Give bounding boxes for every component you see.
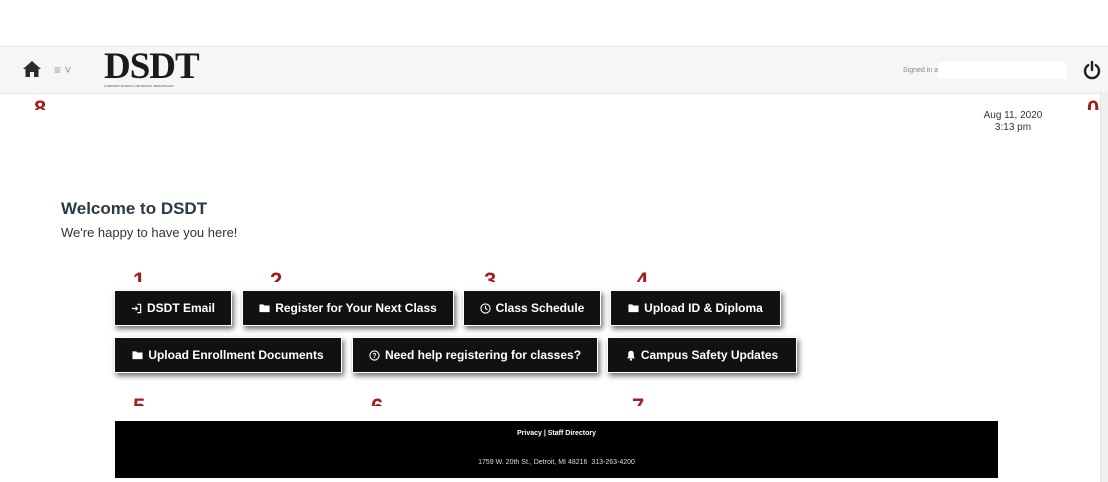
marker-5: 5 [133, 396, 145, 406]
welcome-subtitle: We're happy to have you here! [61, 225, 238, 240]
registration-help-label: Need help registering for classes? [384, 348, 582, 362]
power-icon[interactable] [1082, 60, 1102, 80]
register-next-class-button[interactable]: Register for Your Next Class [242, 290, 454, 326]
footer-address-line: 1759 W. 20th St., Detroit, MI 48216 313-… [115, 459, 998, 466]
class-schedule-label: Class Schedule [495, 301, 585, 315]
folder-icon [259, 303, 270, 313]
hamburger-icon: ≡ ˅ [54, 63, 72, 77]
site-footer: Privacy | Staff Directory 1759 W. 20th S… [115, 421, 998, 478]
dsdt-email-button[interactable]: DSDT Email [114, 290, 232, 326]
marker-6: 6 [371, 396, 383, 406]
upload-id-diploma-label: Upload ID & Diploma [644, 301, 763, 315]
welcome-title: Welcome to DSDT [61, 199, 208, 218]
marker-7: 7 [632, 396, 644, 406]
marker-0: 0 [1087, 99, 1099, 110]
campus-safety-updates-button[interactable]: Campus Safety Updates [607, 337, 797, 373]
signed-in-user [938, 62, 1066, 79]
dsdt-logo[interactable]: DSDT A DETROIT SCHOOL FOR DIGITAL TECHNO… [104, 46, 216, 90]
logo-tagline: A DETROIT SCHOOL FOR DIGITAL TECHNOLOGY [104, 84, 175, 88]
folder-icon [132, 350, 143, 360]
current-datetime: Aug 11, 2020 3:13 pm [976, 110, 1050, 134]
privacy-link[interactable]: Privacy [517, 430, 542, 437]
staff-directory-link[interactable]: Staff Directory [548, 430, 596, 437]
dsdt-email-label: DSDT Email [146, 301, 215, 315]
question-circle-icon: ? [369, 349, 380, 361]
marker-2: 2 [270, 271, 282, 282]
marker-1: 1 [133, 271, 145, 282]
footer-address: 1759 W. 20th St., Detroit, MI 48216 [478, 459, 588, 466]
top-navbar: ≡ ˅ DSDT A DETROIT SCHOOL FOR DIGITAL TE… [0, 46, 1108, 94]
menu-dropdown-button[interactable]: ≡ ˅ [54, 62, 71, 78]
current-date: Aug 11, 2020 [983, 110, 1043, 121]
class-schedule-button[interactable]: Class Schedule [463, 290, 601, 326]
sign-in-icon [131, 303, 142, 314]
clock-icon [480, 302, 491, 314]
vertical-scrollbar[interactable] [1100, 92, 1108, 482]
signed-in-label: Signed in as [903, 67, 942, 74]
folder-icon [628, 303, 639, 313]
svg-text:?: ? [372, 352, 376, 359]
home-icon[interactable] [22, 59, 42, 79]
footer-phone: 313-263-4200 [591, 459, 635, 466]
registration-help-button[interactable]: ? Need help registering for classes? [352, 337, 598, 373]
upload-enrollment-documents-label: Upload Enrollment Documents [148, 348, 324, 362]
logo-text: DSDT [104, 46, 200, 87]
bell-icon [626, 350, 636, 361]
marker-3: 3 [484, 271, 496, 282]
footer-links: Privacy | Staff Directory [115, 430, 998, 437]
current-time: 3:13 pm [994, 122, 1032, 133]
register-next-class-label: Register for Your Next Class [275, 301, 437, 315]
upload-enrollment-documents-button[interactable]: Upload Enrollment Documents [114, 337, 342, 373]
marker-8: 8 [34, 99, 46, 110]
upload-id-diploma-button[interactable]: Upload ID & Diploma [610, 290, 781, 326]
marker-4: 4 [636, 271, 648, 282]
campus-safety-updates-label: Campus Safety Updates [640, 348, 779, 362]
